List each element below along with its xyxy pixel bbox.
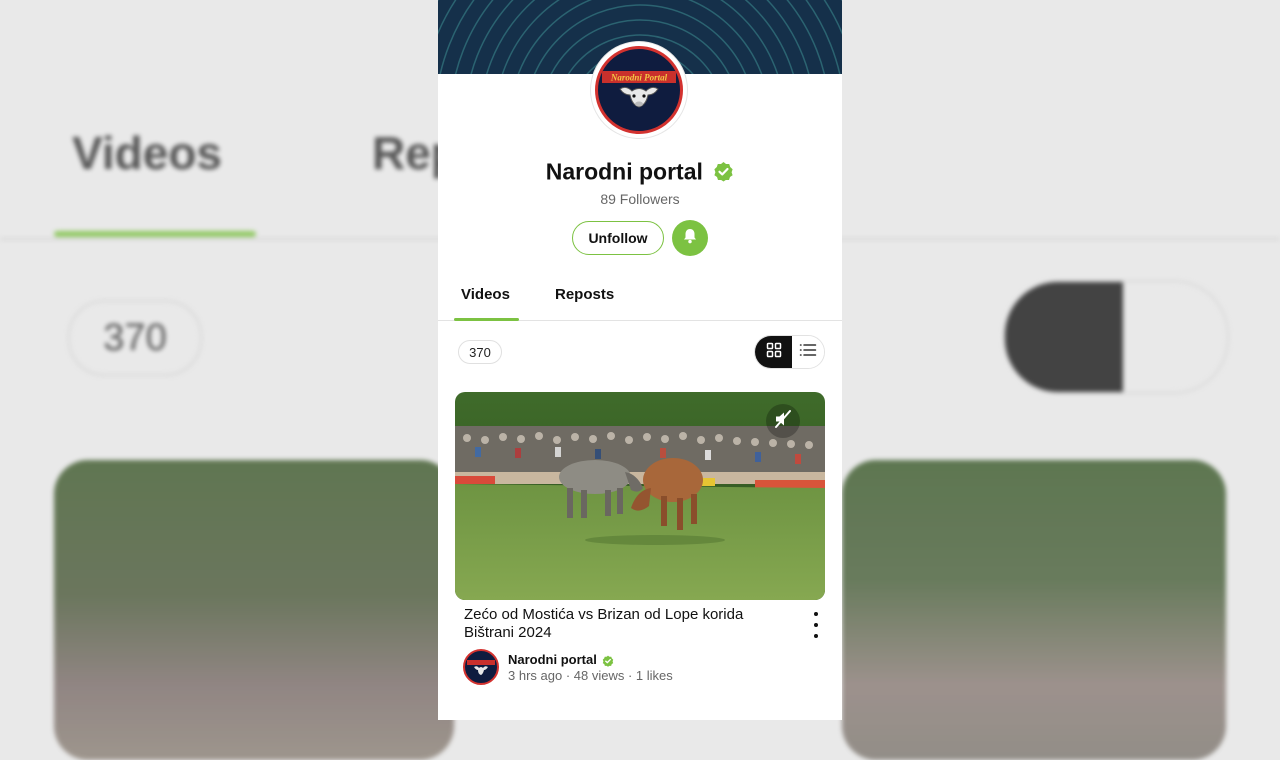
- grid-view-button[interactable]: [755, 336, 792, 368]
- video-stats: 3 hrs ago · 48 views · 1 likes: [508, 668, 673, 683]
- channel-title: Narodni portal: [438, 157, 842, 185]
- bg-grid-segment: [1005, 282, 1123, 392]
- video-channel-name[interactable]: Narodni portal: [508, 652, 614, 667]
- muted-speaker-icon: [773, 409, 793, 434]
- mute-button[interactable]: [766, 404, 800, 438]
- tab-videos[interactable]: Videos: [461, 286, 510, 303]
- active-tab-indicator: [454, 318, 519, 321]
- bg-view-toggle: [1003, 280, 1229, 394]
- bg-thumbnail-left: [54, 460, 454, 760]
- bg-tab-underline: [54, 231, 256, 237]
- video-title[interactable]: Zećo od Mostića vs Brizan od Lope korida…: [464, 606, 784, 642]
- list-icon: [799, 343, 817, 362]
- view-mode-toggle: [754, 335, 825, 369]
- tab-reposts[interactable]: Reposts: [555, 286, 614, 303]
- bg-tab-videos: Videos: [72, 127, 222, 179]
- bg-thumbnail-right: [842, 460, 1226, 760]
- verified-badge-icon: [713, 161, 734, 182]
- channel-logo: Narodni Portal: [595, 46, 683, 134]
- kebab-dot: [814, 623, 818, 627]
- followers-count: 89 Followers: [600, 191, 680, 207]
- more-options-button[interactable]: [808, 612, 824, 638]
- channel-name-text: Narodni portal: [545, 158, 703, 185]
- list-view-button[interactable]: [792, 336, 824, 368]
- video-channel-name-text: Narodni portal: [508, 652, 597, 667]
- channel-avatar[interactable]: Narodni Portal: [591, 42, 687, 138]
- video-channel-avatar[interactable]: [463, 649, 499, 685]
- video-count-badge: 370: [458, 340, 502, 364]
- grid-icon: [766, 342, 782, 363]
- unfollow-button[interactable]: Unfollow: [572, 221, 664, 255]
- bg-video-count: 370: [68, 300, 202, 376]
- notification-bell-button[interactable]: [672, 220, 708, 256]
- kebab-dot: [814, 634, 818, 638]
- bell-icon: [681, 227, 699, 250]
- channel-page: Narodni Portal Narodni portal 89 Followe…: [438, 0, 842, 720]
- verified-badge-icon: [602, 655, 614, 667]
- kebab-dot: [814, 612, 818, 616]
- channel-logo-text: Narodni Portal: [610, 73, 668, 83]
